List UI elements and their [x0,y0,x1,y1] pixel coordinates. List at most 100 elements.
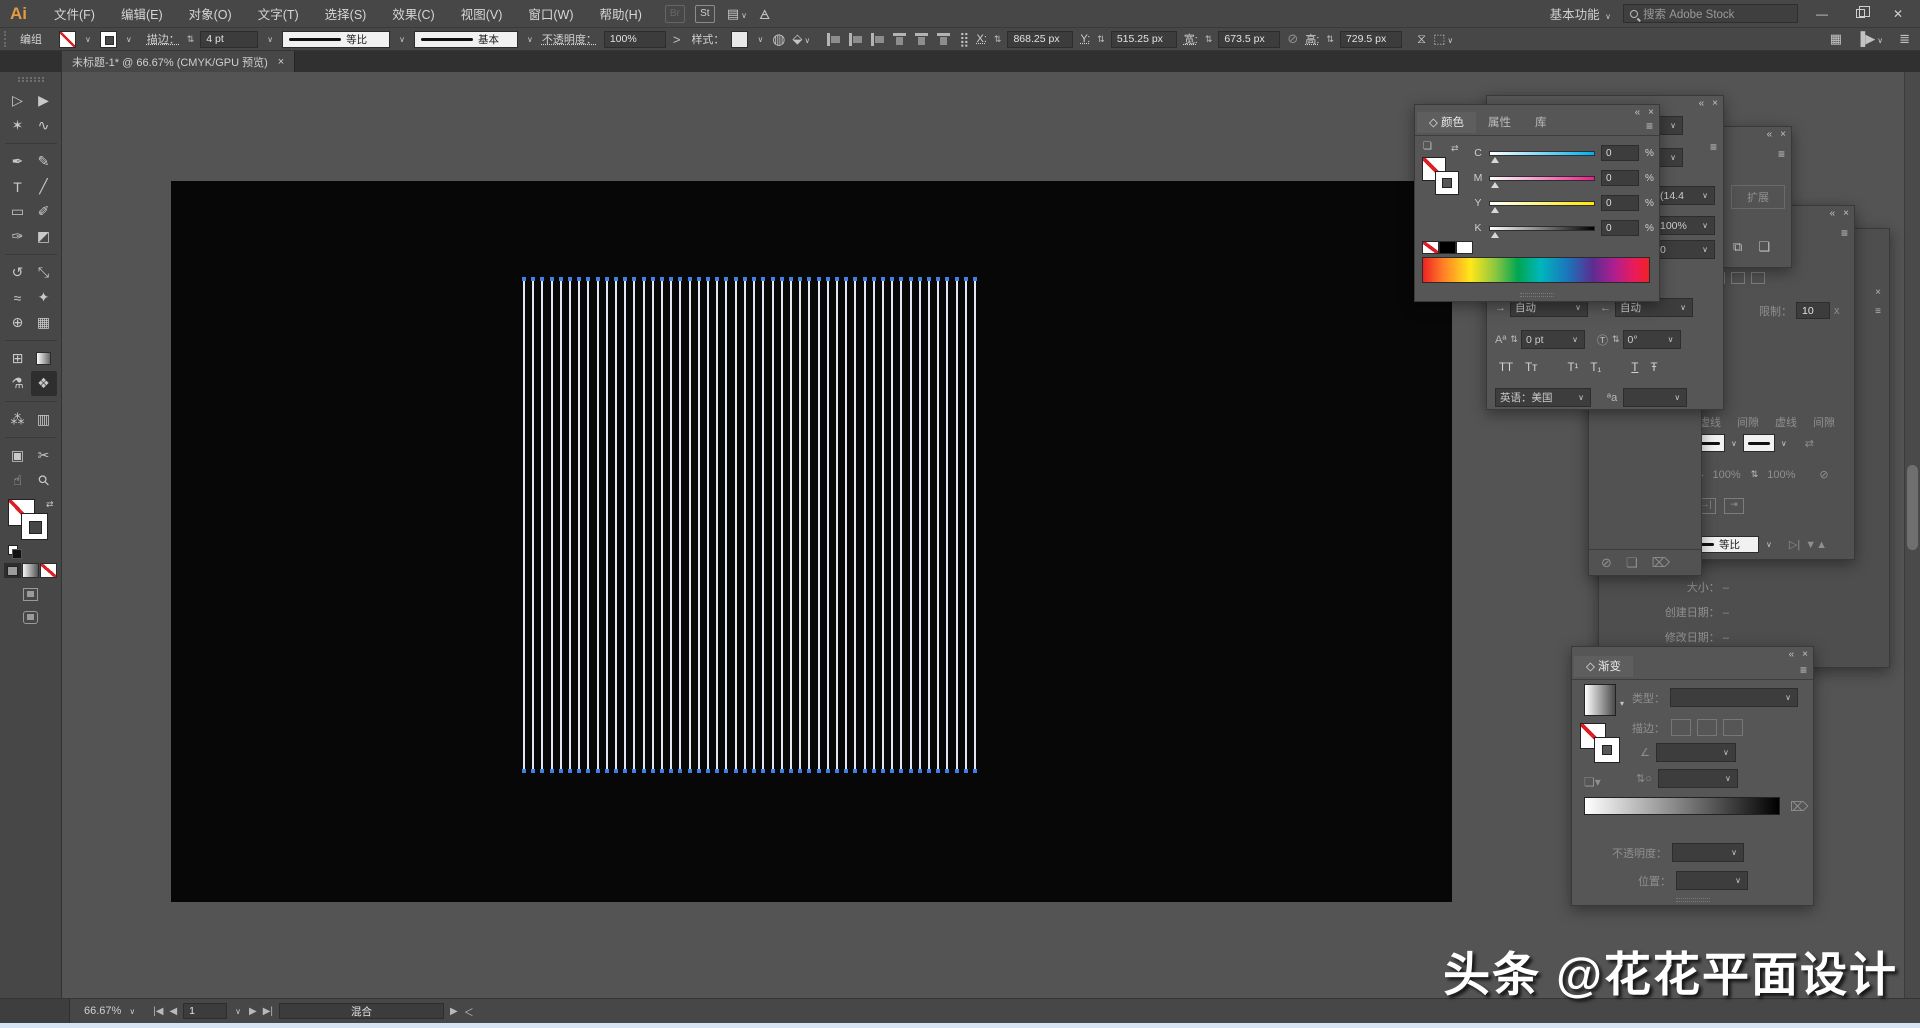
menu-view[interactable]: 视图(V) [448,0,516,28]
expand-panel-collapse-icon[interactable]: « [1767,129,1773,140]
character-panel-close-icon[interactable]: × [1712,98,1718,109]
status-menu-icon[interactable]: ▶ [450,1006,458,1017]
color-spectrum-bar[interactable] [1422,257,1650,283]
brush-chevron-icon[interactable]: ∨ [525,35,535,44]
cap-round-icon[interactable] [1731,272,1745,284]
menu-effect[interactable]: 效果(C) [379,0,447,28]
width-stepper[interactable]: ⇅ [1205,34,1212,45]
gradient-angle-dropdown[interactable]: ∨ [1656,743,1736,762]
doc-list-icon[interactable]: ≣ [1899,31,1910,47]
default-fill-stroke-icon[interactable] [8,545,18,555]
gradient-slider-bar[interactable] [1584,797,1780,815]
blend-tool[interactable]: ❖ [31,371,57,396]
shape-builder-tool[interactable]: ⊕ [5,310,31,335]
menu-window[interactable]: 窗口(W) [515,0,586,28]
vertical-scrollbar-thumb[interactable] [1907,465,1918,550]
baseline-shift-field[interactable]: 0 pt∨ [1521,330,1585,349]
align-arrow-end-icon[interactable]: ⇥ [1724,498,1744,514]
width-field[interactable]: 673.5 px [1218,31,1280,48]
arrowhead-scale1[interactable]: 100% [1713,469,1741,481]
gradient-stroke-proxy[interactable] [1594,737,1620,763]
width-tool[interactable]: ≈ [5,285,31,310]
leading-dropdown[interactable]: (14.4∨ [1655,186,1715,205]
y-field[interactable]: 515.25 px [1111,31,1177,48]
paint-gradient-button[interactable] [22,563,39,578]
profile-chevron-icon[interactable]: ∨ [397,35,407,44]
selection-tool[interactable]: ▷ [5,88,31,113]
tab-libraries[interactable]: 库 [1523,112,1559,133]
arrowhead-scale2[interactable]: 100% [1767,469,1795,481]
x-field[interactable]: 868.25 px [1007,31,1073,48]
gradient-panel-resize-grip[interactable] [1676,898,1710,902]
cap-projecting-icon[interactable] [1751,272,1765,284]
swatch-white[interactable] [1456,241,1473,254]
color-panel-resize-grip[interactable] [1520,293,1554,297]
yellow-slider[interactable] [1489,201,1595,206]
delete-item-icon[interactable]: ⌦ [1652,555,1670,571]
stroke-weight-chevron-icon[interactable]: ∨ [265,35,275,44]
menu-select[interactable]: 选择(S) [312,0,380,28]
underline-button[interactable]: T [1631,362,1638,374]
stroke-swatch[interactable] [21,513,48,540]
close-button[interactable]: ✕ [1884,4,1912,24]
stroke-color-swatch[interactable] [100,31,117,48]
expand-button[interactable]: 扩展 [1731,185,1785,209]
mesh-tool[interactable]: ⊞ [5,346,31,371]
cyan-value-field[interactable]: 0 [1601,145,1639,161]
stroke-chevron-icon[interactable]: ∨ [124,35,134,44]
library-panel-menu-icon[interactable]: ≡ [1875,306,1881,317]
zoom-chevron-icon[interactable]: ∨ [127,1007,137,1016]
layers-mini-icon[interactable]: ❏ [1423,141,1432,152]
magic-wand-tool[interactable]: ✶ [5,113,31,138]
last-artboard-icon[interactable]: ▶| [263,1006,273,1017]
opacity-more-button[interactable]: > [673,32,681,47]
scale-tool[interactable]: ⤡ [31,260,57,285]
swatch-none[interactable] [1422,241,1439,254]
align-middle-icon[interactable] [915,33,930,46]
x-stepper[interactable]: ⇅ [994,34,1001,45]
gradient-stroke-along-icon[interactable] [1697,719,1717,736]
arrowhead-end-dropdown[interactable] [1743,434,1775,452]
gradient-type-dropdown[interactable]: ∨ [1670,688,1798,707]
paint-none-button[interactable] [40,563,57,578]
restore-button[interactable] [1846,4,1874,24]
color-panel-menu-icon[interactable]: ≡ [1646,119,1653,133]
workspace-switcher[interactable]: 基本功能 ∨ [1550,4,1613,23]
gradient-panel-close-icon[interactable]: × [1802,649,1808,660]
expand-panel-close-icon[interactable]: × [1780,129,1786,140]
opacity-field[interactable]: 100% [604,31,666,48]
library-panel-close-icon[interactable]: × [1875,287,1881,298]
gradient-delete-stop-icon[interactable]: ⌦ [1790,799,1808,815]
width-profile-dropdown[interactable]: 等比 [282,31,390,48]
stroke-panel-collapse-icon[interactable]: « [1830,208,1836,219]
swap-arrowheads-icon[interactable]: ⇄ [1805,437,1814,450]
transform-icon[interactable]: ⧖ [1417,31,1426,47]
paintbrush-tool[interactable]: ✐ [31,199,57,224]
stroke-panel-menu-icon[interactable]: ≡ [1841,226,1848,240]
zoom-level-field[interactable]: 66.67% [84,1005,121,1017]
align-right-icon[interactable] [871,33,886,46]
constrain-proportions-icon[interactable]: ⊘ [1287,31,1298,47]
direct-selection-tool[interactable]: ▶ [31,88,57,113]
artboard-number-field[interactable]: 1 [183,1003,227,1019]
tracking-dropdown[interactable]: 0∨ [1655,240,1715,259]
stroke-weight-stepper[interactable]: ⇅ [187,34,194,45]
yellow-value-field[interactable]: 0 [1601,195,1639,211]
height-stepper[interactable]: ⇅ [1326,34,1333,45]
swap-fill-stroke-icon[interactable]: ⇄ [46,499,54,510]
vertical-scrollbar[interactable] [1904,72,1920,998]
anti-alias-dropdown[interactable]: ∨ [1623,388,1687,407]
tab-properties[interactable]: 属性 [1476,112,1523,133]
gradient-panel-menu-icon[interactable]: ≡ [1800,663,1807,677]
color-panel-collapse-icon[interactable]: « [1635,107,1641,118]
fill-chevron-icon[interactable]: ∨ [83,35,93,44]
reference-point-icon[interactable]: ⣿ [959,31,969,48]
perspective-grid-tool[interactable]: ▦ [31,310,57,335]
menu-type[interactable]: 文字(T) [245,0,312,28]
gradient-stroke-across-icon[interactable] [1723,719,1743,736]
tab-close-icon[interactable]: × [278,56,284,68]
gpu-performance-icon[interactable]: 🜁 [759,1,770,27]
drawing-mode-icon[interactable] [23,588,38,601]
all-caps-button[interactable]: TT [1499,362,1513,374]
screen-mode-icon[interactable] [23,611,38,624]
